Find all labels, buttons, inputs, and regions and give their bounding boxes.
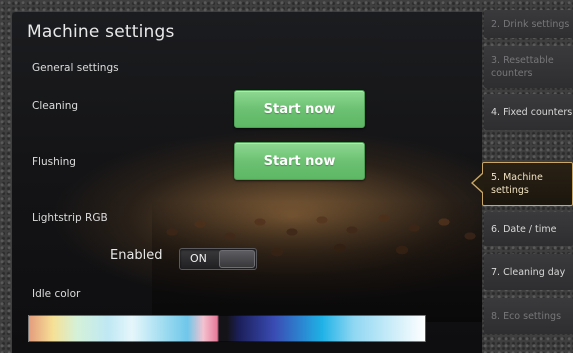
sidebar-item-label: 6. Date / time xyxy=(491,223,557,235)
sidebar-item-label: 5. Machine settings xyxy=(491,172,543,196)
cleaning-start-button[interactable]: Start now xyxy=(234,90,365,128)
sidebar-item-date-time[interactable]: 6. Date / time xyxy=(484,212,573,246)
sidebar-item-eco-settings[interactable]: 8. Eco settings xyxy=(484,298,573,334)
sidebar-item-label: 2. Drink settings xyxy=(491,18,570,30)
toggle-state-text: ON xyxy=(190,252,207,265)
settings-screen: Machine settings General settings Cleani… xyxy=(0,0,573,353)
flushing-label: Flushing xyxy=(32,156,76,168)
enabled-label: Enabled xyxy=(110,248,163,263)
general-settings-heading: General settings xyxy=(32,62,119,74)
machine-settings-panel: Machine settings General settings Cleani… xyxy=(12,12,482,353)
sidebar-item-label: 7. Cleaning day xyxy=(491,266,566,278)
sidebar-item-resettable-counters[interactable]: 3. Resettable counters xyxy=(484,46,573,88)
settings-sidebar: 2. Drink settings 3. Resettable counters… xyxy=(471,0,573,353)
sidebar-item-label: 3. Resettable counters xyxy=(491,55,554,79)
idle-color-picker[interactable] xyxy=(28,315,426,342)
lightstrip-enabled-toggle[interactable]: ON xyxy=(179,248,257,270)
idle-color-label: Idle color xyxy=(32,288,81,300)
toggle-knob[interactable] xyxy=(219,250,255,268)
sidebar-item-cleaning-day[interactable]: 7. Cleaning day xyxy=(484,254,573,290)
sidebar-item-machine-settings[interactable]: 5. Machine settings xyxy=(471,162,573,206)
flushing-start-button[interactable]: Start now xyxy=(234,142,365,180)
lightstrip-rgb-label: Lightstrip RGB xyxy=(32,212,108,224)
cleaning-label: Cleaning xyxy=(32,100,79,112)
sidebar-item-label: 4. Fixed counters xyxy=(491,106,573,118)
page-title: Machine settings xyxy=(27,22,175,42)
sidebar-item-drink-settings[interactable]: 2. Drink settings xyxy=(484,10,573,38)
sidebar-item-fixed-counters[interactable]: 4. Fixed counters xyxy=(484,94,573,130)
sidebar-item-label: 8. Eco settings xyxy=(491,310,562,322)
